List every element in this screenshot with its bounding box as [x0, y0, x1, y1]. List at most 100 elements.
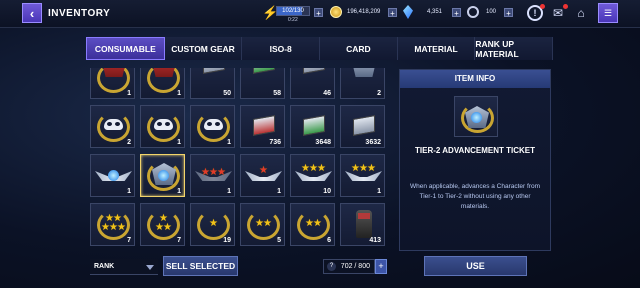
- tab-card[interactable]: CARD: [320, 37, 398, 60]
- inventory-item-winged-gold-stars[interactable]: ★ ★ ★ 1: [340, 154, 385, 197]
- inventory-item-card-stack-grey[interactable]: 46: [290, 68, 335, 99]
- inventory-item-mask-wreath[interactable]: 1: [140, 105, 185, 148]
- item-count: 1: [377, 188, 381, 195]
- inventory-item-wreath-gem[interactable]: 1: [140, 154, 185, 197]
- inventory-item-star-badge[interactable]: ★2: [340, 68, 385, 99]
- sell-selected-button[interactable]: SELL SELECTED: [163, 256, 238, 276]
- rank-medal-icon: [152, 68, 176, 77]
- mask-icon: [104, 119, 123, 130]
- tab-material[interactable]: MATERIAL: [397, 37, 476, 60]
- tab-custom-gear[interactable]: CUSTOM GEAR: [164, 37, 243, 60]
- card-stack-icon: [203, 68, 225, 74]
- card-stack-icon: [303, 68, 325, 74]
- inventory-item-wreath-5-stars[interactable]: ★ ★ ★ ★ ★ 7: [90, 203, 135, 246]
- tab-rank-up-material[interactable]: RANK UP MATERIAL: [475, 37, 554, 60]
- inventory-item-wreath-1-star[interactable]: ★ 19: [190, 203, 235, 246]
- inventory-item-chip-grey[interactable]: 3632: [340, 105, 385, 148]
- inventory-item-mask-wreath[interactable]: 1: [190, 105, 235, 148]
- stamina-value: 100: [486, 9, 497, 15]
- star-icon: ★: [263, 218, 272, 229]
- inventory-item-winged-red-star[interactable]: ★ 1: [240, 154, 285, 197]
- chevron-down-icon: [146, 265, 154, 270]
- top-bar: ‹ INVENTORY ⚡ 102/130 0:22 + 196,418,209…: [0, 0, 640, 28]
- add-energy-button[interactable]: +: [314, 8, 323, 18]
- gold-icon: [330, 6, 342, 18]
- energy-value: 102/130: [282, 8, 304, 14]
- item-count: 6: [327, 237, 331, 244]
- chat-badge: [563, 4, 568, 9]
- inventory-item-glove[interactable]: 413: [340, 203, 385, 246]
- star-icon: ★: [163, 222, 172, 233]
- inventory-item-wreath-2-stars[interactable]: ★ ★ 5: [240, 203, 285, 246]
- tab-iso-8[interactable]: ISO-8: [242, 37, 321, 60]
- item-count: 46: [323, 90, 331, 97]
- home-icon[interactable]: ⌂: [573, 5, 589, 21]
- add-stamina-button[interactable]: +: [504, 8, 513, 18]
- star-icon: ★: [217, 167, 226, 178]
- item-grid: 11505846★22117363648363211★★★1★1★★★10★★★…: [90, 68, 388, 248]
- back-button[interactable]: ‹: [22, 3, 42, 23]
- use-button[interactable]: USE: [424, 256, 527, 276]
- gem-icon: [158, 170, 169, 181]
- mission-button[interactable]: ☰: [598, 3, 618, 23]
- item-count: 1: [277, 188, 281, 195]
- inventory-item-winged-gem[interactable]: 1: [90, 154, 135, 197]
- star-icon: ★: [117, 222, 126, 233]
- capacity-value: 702 / 800: [340, 263, 370, 270]
- item-info-header: ITEM INFO: [400, 70, 550, 88]
- add-gold-button[interactable]: +: [388, 8, 397, 18]
- tab-consumable[interactable]: CONSUMABLE: [86, 37, 165, 60]
- item-count: 1: [177, 139, 181, 146]
- stamina-icon: [467, 6, 479, 18]
- inventory-item-rank-2-medal[interactable]: 1: [140, 68, 185, 99]
- gem-icon: [471, 112, 482, 123]
- mask-icon: [154, 119, 173, 130]
- item-count: 1: [127, 188, 131, 195]
- rank-medal-icon: [102, 68, 126, 77]
- expand-capacity-button[interactable]: +: [375, 259, 387, 274]
- inventory-item-mask-wreath[interactable]: 2: [90, 105, 135, 148]
- energy-timer: 0:22: [288, 17, 298, 23]
- star-icon: ★: [209, 218, 218, 229]
- material-chip-icon: [303, 115, 325, 136]
- item-count: 736: [269, 139, 281, 146]
- star-icon: ★: [367, 163, 376, 174]
- star-icon: ★: [313, 218, 322, 229]
- item-count: 2: [377, 90, 381, 97]
- inventory-item-winged-gold-stars[interactable]: ★ ★ ★ 10: [290, 154, 335, 197]
- energy-bar: 102/130: [276, 6, 310, 16]
- inventory-item-rank-3-medal[interactable]: 1: [90, 68, 135, 99]
- gem-icon: [108, 170, 119, 181]
- item-count: 2: [127, 139, 131, 146]
- glove-icon: [356, 210, 372, 238]
- material-chip-icon: [253, 115, 275, 136]
- item-count: 7: [177, 237, 181, 244]
- item-count: 1: [227, 188, 231, 195]
- mask-icon: [204, 119, 223, 130]
- inventory-capacity: ? 702 / 800: [323, 259, 375, 274]
- crystal-value: 4,351: [427, 9, 443, 15]
- inventory-item-card-stack[interactable]: 50: [190, 68, 235, 99]
- item-name: TIER-2 ADVANCEMENT TICKET: [415, 146, 535, 155]
- help-icon[interactable]: ?: [327, 262, 336, 271]
- back-arrow-icon: ‹: [29, 5, 35, 21]
- inventory-item-wreath-3-stars[interactable]: ★ ★ ★ 7: [140, 203, 185, 246]
- item-count: 1: [227, 139, 231, 146]
- sort-dropdown[interactable]: RANK: [90, 259, 158, 275]
- inventory-item-red-stars[interactable]: ★ ★ ★ 1: [190, 154, 235, 197]
- inventory-tabs: CONSUMABLE CUSTOM GEAR ISO-8 CARD MATERIAL RA…: [86, 37, 554, 60]
- card-stack-icon: [253, 68, 275, 74]
- item-count: 19: [223, 237, 231, 244]
- item-count: 1: [127, 90, 131, 97]
- gold-value: 196,418,209: [347, 9, 381, 15]
- star-badge-icon: [352, 68, 376, 77]
- item-count: 7: [127, 237, 131, 244]
- add-crystal-button[interactable]: +: [452, 8, 461, 18]
- item-count: 3632: [365, 139, 381, 146]
- inventory-item-chip-red[interactable]: 736: [240, 105, 285, 148]
- inventory-item-chip-green[interactable]: 3648: [290, 105, 335, 148]
- star-icon: ★: [317, 163, 326, 174]
- inventory-item-card-stack-green[interactable]: 58: [240, 68, 285, 99]
- item-count: 5: [277, 237, 281, 244]
- inventory-item-wreath-2-stars-b[interactable]: ★ ★ 6: [290, 203, 335, 246]
